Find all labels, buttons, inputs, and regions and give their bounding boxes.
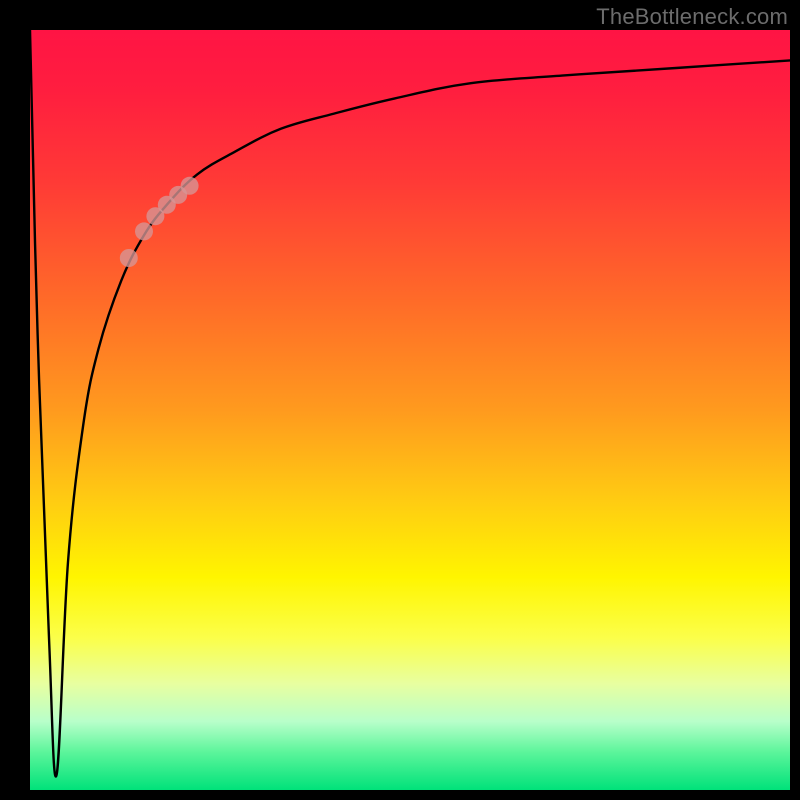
- highlight-dot: [181, 177, 199, 195]
- highlight-dot: [135, 222, 153, 240]
- watermark-text: TheBottleneck.com: [596, 4, 788, 30]
- highlight-dots: [120, 177, 199, 267]
- plot-area: [30, 30, 790, 790]
- chart-frame: TheBottleneck.com: [0, 0, 800, 800]
- highlight-dot: [120, 249, 138, 267]
- bottleneck-curve: [30, 30, 790, 776]
- curve-layer: [30, 30, 790, 790]
